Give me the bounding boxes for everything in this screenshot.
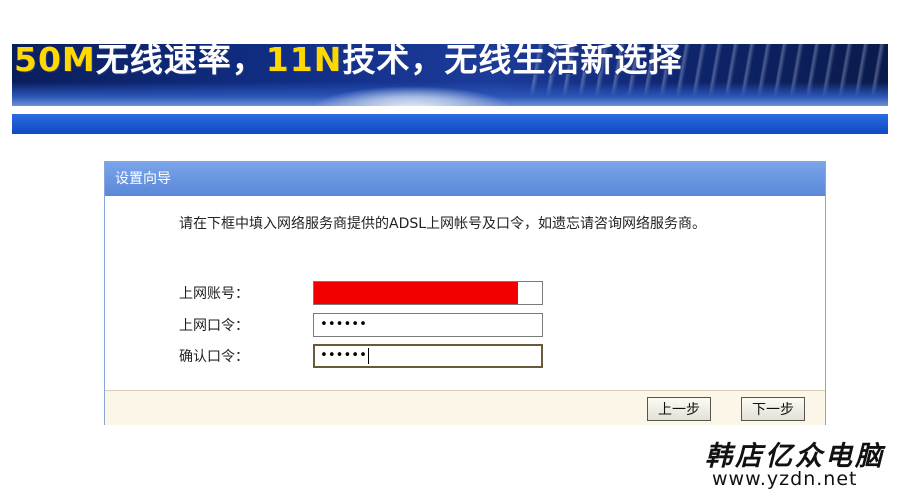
wizard-header: 设置向导 — [105, 162, 825, 196]
confirm-password-label: 确认口令： — [179, 349, 249, 365]
wizard-footer: 上一步 下一步 — [105, 390, 825, 425]
confirm-password-value: •••••• — [320, 348, 367, 363]
wizard-instruction: 请在下框中填入网络服务商提供的ADSL上网帐号及口令，如遗忘请咨询网络服务商。 — [179, 216, 707, 232]
banner-wave — [312, 86, 512, 106]
slogan-prefix: 50M — [14, 44, 96, 79]
back-button[interactable]: 上一步 — [647, 397, 711, 421]
setup-wizard-panel: 设置向导 请在下框中填入网络服务商提供的ADSL上网帐号及口令，如遗忘请咨询网络… — [104, 161, 826, 425]
password-label: 上网口令： — [179, 318, 249, 334]
wizard-title: 设置向导 — [115, 171, 171, 187]
account-input[interactable] — [313, 281, 543, 305]
slogan-highlight: 11N — [265, 44, 343, 79]
banner-bottom-strip — [12, 114, 888, 134]
header-banner: 50M无线速率，11N技术，无线生活新选择 — [12, 44, 888, 106]
confirm-password-input[interactable]: •••••• — [313, 344, 543, 368]
account-label: 上网账号： — [179, 286, 249, 302]
watermark-url: www.yzdn.net — [712, 468, 858, 490]
password-input[interactable]: •••••• — [313, 313, 543, 337]
next-button[interactable]: 下一步 — [741, 397, 805, 421]
slogan-part2: 技术，无线生活新选择 — [342, 44, 683, 79]
banner-slogan: 50M无线速率，11N技术，无线生活新选择 — [14, 44, 682, 82]
slogan-part1: 无线速率， — [95, 44, 266, 79]
redaction-bar — [314, 282, 518, 304]
text-caret — [367, 347, 369, 364]
